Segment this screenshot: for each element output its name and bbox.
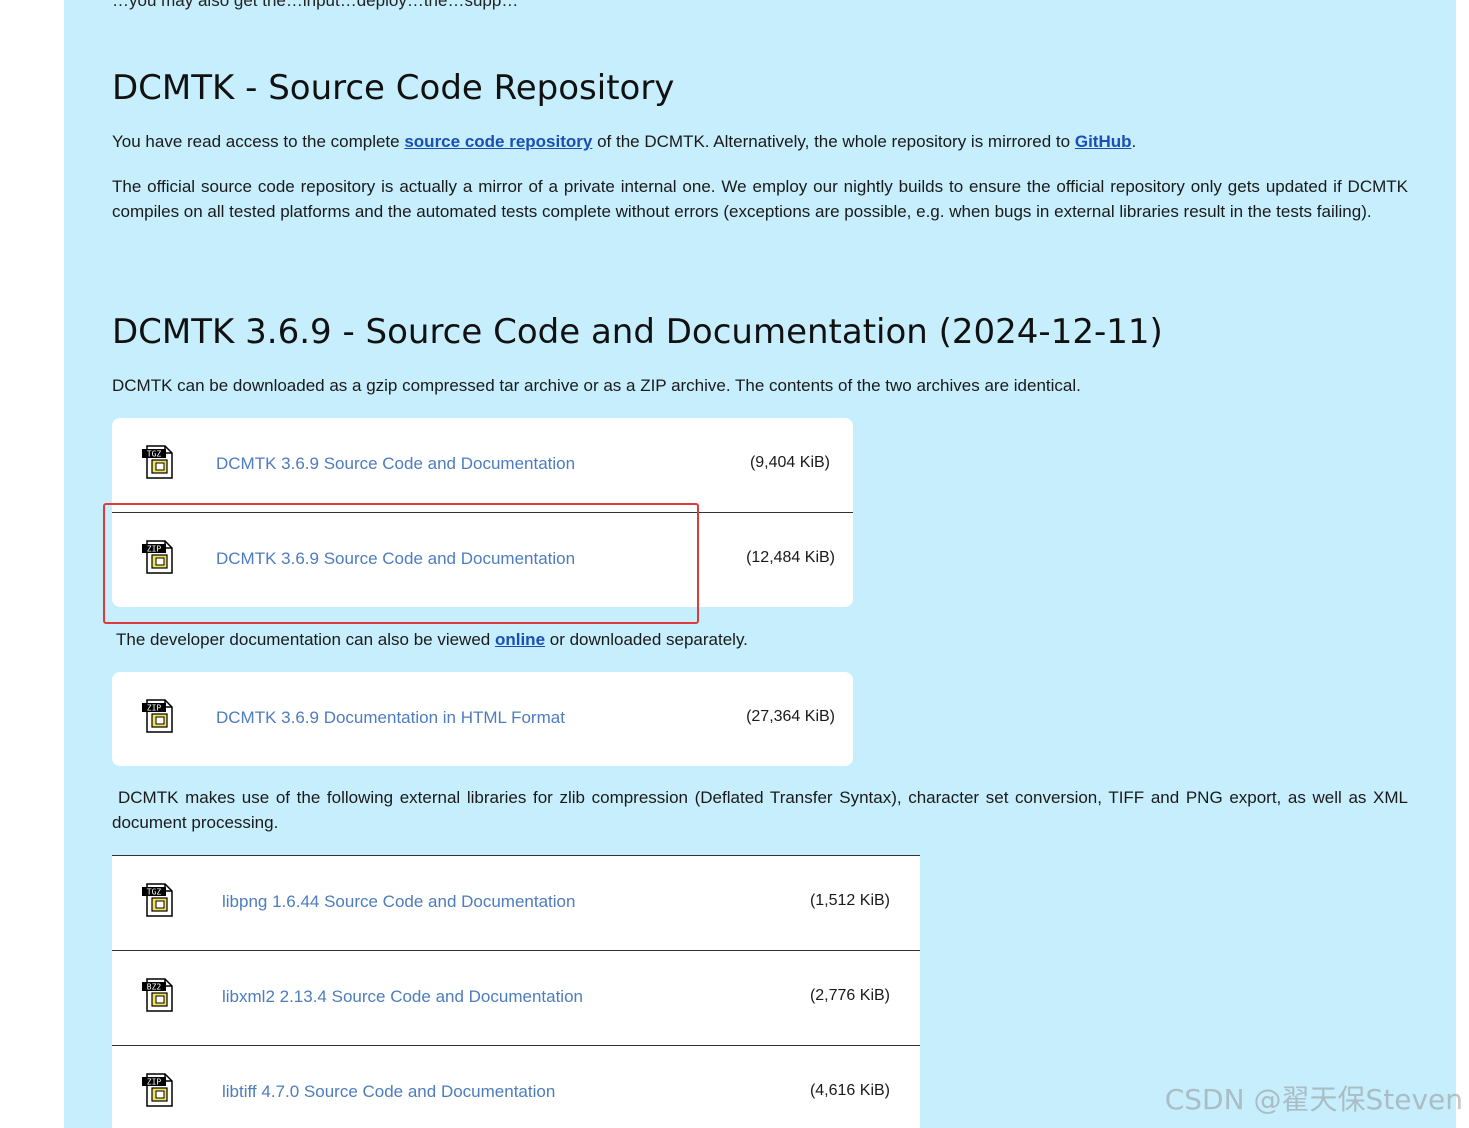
libxml2-download-link[interactable]: libxml2 2.13.4 Source Code and Documenta… xyxy=(222,987,583,1007)
bz2-icon-text: BZ2 xyxy=(147,983,162,992)
dcmtk-tgz-download-link[interactable]: DCMTK 3.6.9 Source Code and Documentatio… xyxy=(216,454,575,474)
libtiff-size: (4,616 KiB) xyxy=(809,1082,890,1099)
dcmtk-tgz-size: (9,404 KiB) xyxy=(749,454,830,471)
zip-file-icon: ZIP xyxy=(142,540,173,574)
bz2-file-icon: BZ2 xyxy=(142,978,173,1012)
zip-icon-text: ZIP xyxy=(147,545,162,554)
repo-text-3: . xyxy=(1131,132,1137,151)
doc-paragraph: The developer documentation can also be … xyxy=(116,627,1412,652)
zip-icon-text: ZIP xyxy=(147,704,162,713)
doc-text-1: The developer documentation can also be … xyxy=(116,630,495,649)
libs-intro: DCMTK makes use of the following externa… xyxy=(112,788,1408,832)
zip-file-icon: ZIP xyxy=(142,1073,173,1107)
doc-text-2: or downloaded separately. xyxy=(545,630,748,649)
source-code-repository-link[interactable]: source code repository xyxy=(404,132,592,151)
libpng-download-link[interactable]: libpng 1.6.44 Source Code and Documentat… xyxy=(222,892,575,912)
download-row-tgz: TGZ DCMTK 3.6.9 Source Code and Document… xyxy=(112,418,853,512)
dcmtk-html-docs-link[interactable]: DCMTK 3.6.9 Documentation in HTML Format xyxy=(216,708,565,728)
source-heading: DCMTK 3.6.9 - Source Code and Documentat… xyxy=(112,312,1163,352)
download-row-doc: ZIP DCMTK 3.6.9 Documentation in HTML Fo… xyxy=(112,672,853,766)
libpng-size: (1,512 KiB) xyxy=(809,892,890,909)
repo-text-1: You have read access to the complete xyxy=(112,132,405,151)
lib-row-libtiff: ZIP libtiff 4.7.0 Source Code and Docume… xyxy=(112,1046,920,1128)
dcmtk-html-docs-size: (27,364 KiB) xyxy=(746,708,835,725)
doc-download-box: ZIP DCMTK 3.6.9 Documentation in HTML Fo… xyxy=(112,672,853,766)
csdn-watermark: CSDN @翟天保Steven xyxy=(1164,1083,1463,1116)
tgz-icon-text: TGZ xyxy=(147,450,162,459)
tgz-file-icon: TGZ xyxy=(142,883,173,917)
tgz-icon-text: TGZ xyxy=(147,888,162,897)
dcmtk-zip-size: (12,484 KiB) xyxy=(746,549,835,566)
lib-row-libxml2: BZ2 libxml2 2.13.4 Source Code and Docum… xyxy=(112,951,920,1046)
zip-file-icon: ZIP xyxy=(142,699,173,733)
repo-paragraph: You have read access to the complete sou… xyxy=(112,129,1408,154)
libxml2-size: (2,776 KiB) xyxy=(809,987,890,1004)
source-intro: DCMTK can be downloaded as a gzip compre… xyxy=(112,376,1081,395)
dcmtk-zip-download-link[interactable]: DCMTK 3.6.9 Source Code and Documentatio… xyxy=(216,549,575,569)
cut-off-text: …you may also get the…input…deploy…the…s… xyxy=(112,0,519,10)
page-content-area: …you may also get the…input…deploy…the…s… xyxy=(64,0,1456,1128)
github-link[interactable]: GitHub xyxy=(1075,132,1132,151)
online-docs-link[interactable]: online xyxy=(495,630,545,649)
source-download-box: TGZ DCMTK 3.6.9 Source Code and Document… xyxy=(112,418,853,607)
external-libraries-table: TGZ libpng 1.6.44 Source Code and Docume… xyxy=(112,855,920,1128)
tgz-file-icon: TGZ xyxy=(142,445,173,479)
repo-heading: DCMTK - Source Code Repository xyxy=(112,68,675,108)
zip-icon-text: ZIP xyxy=(147,1078,162,1087)
libtiff-download-link[interactable]: libtiff 4.7.0 Source Code and Documentat… xyxy=(222,1082,555,1102)
lib-row-libpng: TGZ libpng 1.6.44 Source Code and Docume… xyxy=(112,856,920,951)
repo-mirror-paragraph: The official source code repository is a… xyxy=(112,177,1408,221)
download-row-zip: ZIP DCMTK 3.6.9 Source Code and Document… xyxy=(112,512,853,607)
repo-text-2: of the DCMTK. Alternatively, the whole r… xyxy=(592,132,1075,151)
